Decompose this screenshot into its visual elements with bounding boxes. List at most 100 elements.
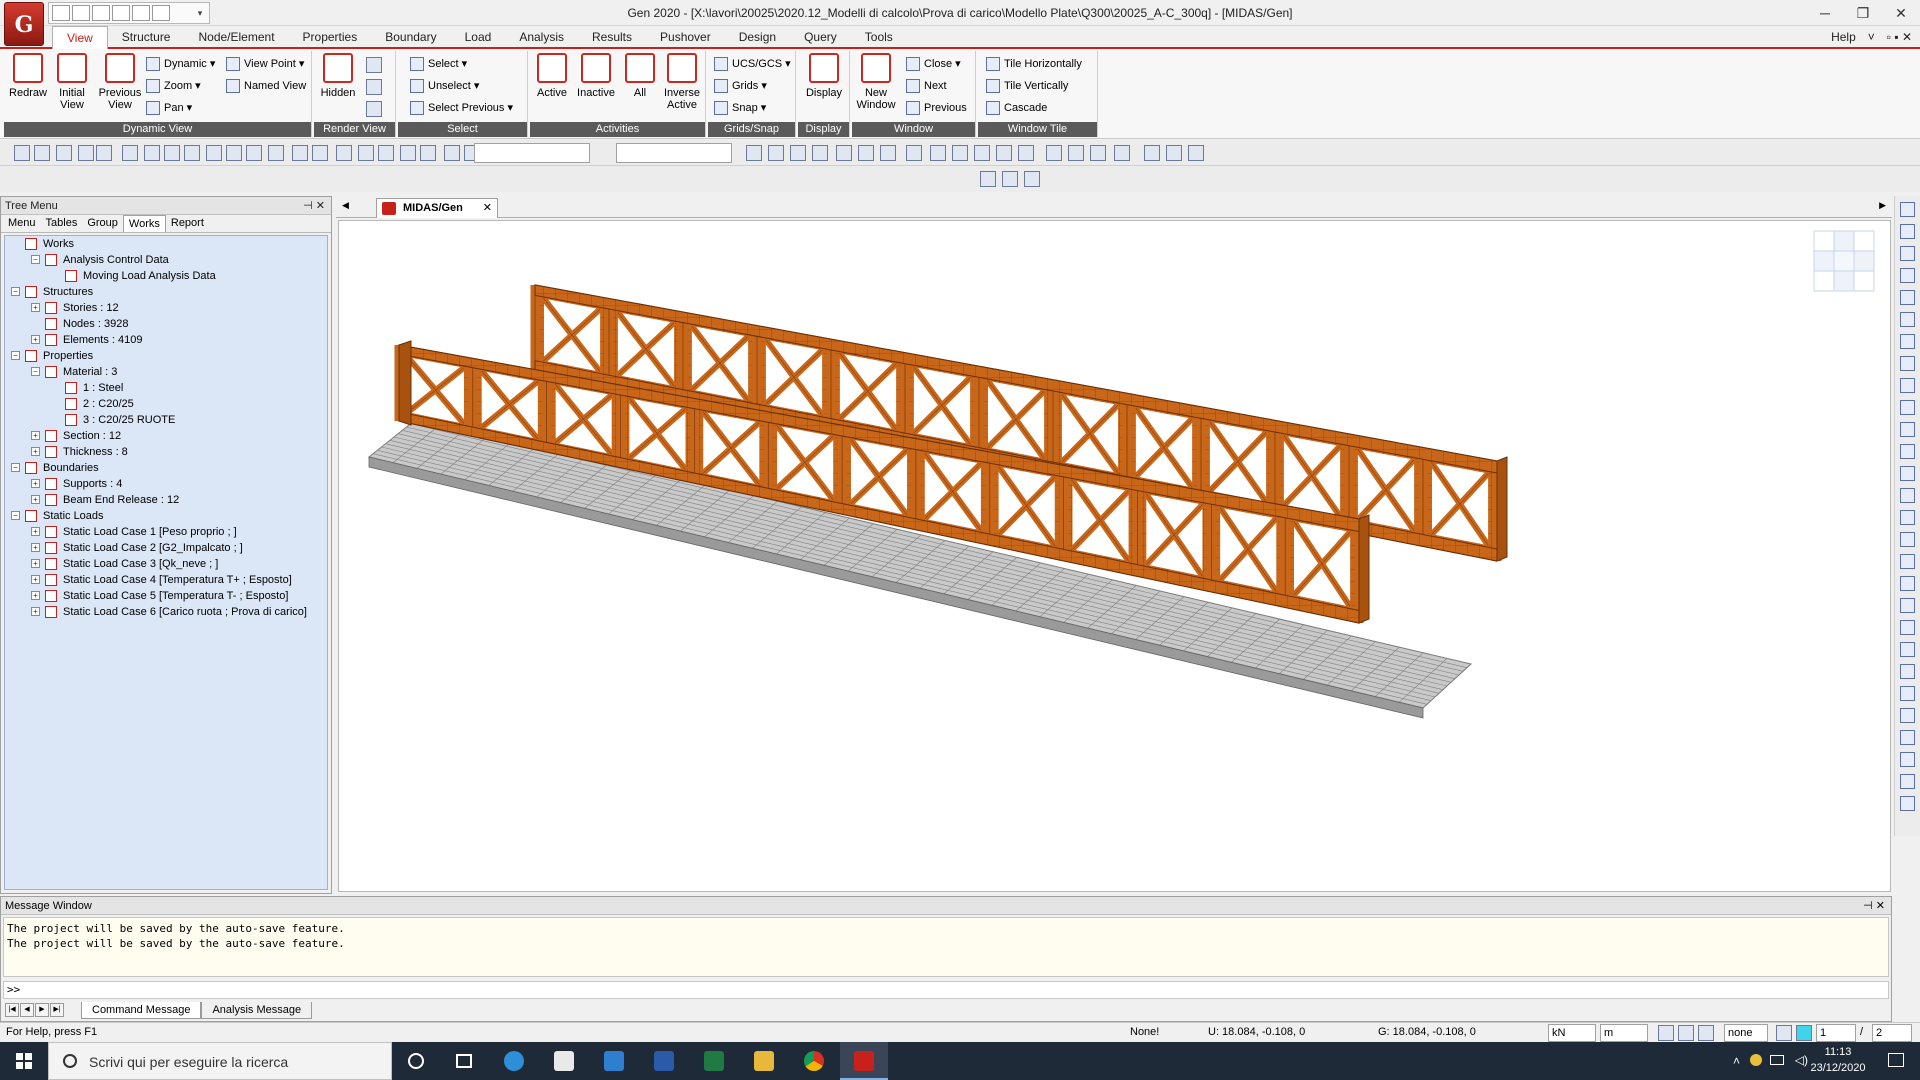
toolbar-tool-icon[interactable] <box>1114 145 1130 161</box>
side-tool-icon[interactable] <box>1900 664 1915 679</box>
side-tool-icon[interactable] <box>1900 642 1915 657</box>
expand-icon[interactable]: + <box>31 575 40 584</box>
toolbar-tool-icon[interactable] <box>96 145 112 161</box>
tab-design[interactable]: Design <box>725 26 790 49</box>
toolbar-tool-icon[interactable] <box>336 145 352 161</box>
side-tool-icon[interactable] <box>1900 378 1915 393</box>
tile-vertically-button[interactable]: Tile Vertically <box>984 77 1068 95</box>
toolbar-tool-icon[interactable] <box>1068 145 1084 161</box>
collapse-icon[interactable]: − <box>31 255 40 264</box>
render-globe-icon[interactable] <box>366 101 382 117</box>
store-button[interactable] <box>540 1042 588 1080</box>
tile-horizontally-button[interactable]: Tile Horizontally <box>984 55 1082 73</box>
new-window-button[interactable]: New Window <box>854 53 898 111</box>
tree-item[interactable]: + Static Load Case 5 [Temperatura T- ; Es… <box>5 588 327 604</box>
expand-icon[interactable]: + <box>31 495 40 504</box>
chrome-button[interactable] <box>790 1042 838 1080</box>
toolbar-tool-icon[interactable] <box>952 145 968 161</box>
collapse-icon[interactable]: − <box>11 287 20 296</box>
model-viewport[interactable] <box>338 220 1891 892</box>
tree-item[interactable]: + Static Load Case 2 [G2_Impalcato ; ] <box>5 540 327 556</box>
side-tool-icon[interactable] <box>1900 422 1915 437</box>
page-total-select[interactable]: 2 <box>1872 1024 1912 1042</box>
side-tool-icon[interactable] <box>1900 752 1915 767</box>
toolbar-tool-icon[interactable] <box>400 145 416 161</box>
tab-node-element[interactable]: Node/Element <box>184 26 288 49</box>
tab-analysis-message[interactable]: Analysis Message <box>201 1001 313 1019</box>
toolbar-tool-icon[interactable] <box>974 145 990 161</box>
toolbar-tool-icon[interactable] <box>746 145 762 161</box>
toolbar-tool-icon[interactable] <box>292 145 308 161</box>
toolbar-tool-icon[interactable] <box>122 145 138 161</box>
command-input[interactable]: >> <box>3 981 1889 999</box>
side-tool-icon[interactable] <box>1900 510 1915 525</box>
toolbar-tool-icon[interactable] <box>164 145 180 161</box>
toolbar-tool-icon[interactable] <box>144 145 160 161</box>
tab-view[interactable]: View <box>52 26 108 49</box>
toolbar-tool-icon[interactable] <box>1002 171 1018 187</box>
toolbar-tool-icon[interactable] <box>1144 145 1160 161</box>
toolbar-tool-icon[interactable] <box>206 145 222 161</box>
select-button[interactable]: Select ▾ <box>408 55 467 73</box>
tree-item[interactable]: + Beam End Release : 12 <box>5 492 327 508</box>
expand-icon[interactable]: + <box>31 303 40 312</box>
toolbar-tool-icon[interactable] <box>420 145 436 161</box>
tab-pushover[interactable]: Pushover <box>646 26 725 49</box>
length-unit-select[interactable]: m <box>1600 1024 1648 1042</box>
tab-results[interactable]: Results <box>578 26 646 49</box>
side-tool-icon[interactable] <box>1900 576 1915 591</box>
toolbar-tool-icon[interactable] <box>768 145 784 161</box>
side-tool-icon[interactable] <box>1900 334 1915 349</box>
side-tool-icon[interactable] <box>1900 466 1915 481</box>
tab-tools[interactable]: Tools <box>851 26 907 49</box>
tab-query[interactable]: Query <box>790 26 851 49</box>
toolbar-tool-icon[interactable] <box>184 145 200 161</box>
edge-button[interactable] <box>490 1042 538 1080</box>
expand-icon[interactable]: + <box>31 591 40 600</box>
word-button[interactable] <box>640 1042 688 1080</box>
tree-item[interactable]: Works <box>5 236 327 252</box>
taskbar-search-box[interactable]: Scrivi qui per eseguire la ricerca <box>48 1042 392 1080</box>
collapse-icon[interactable]: − <box>11 463 20 472</box>
side-tool-icon[interactable] <box>1900 356 1915 371</box>
select-id-combo[interactable] <box>616 143 732 163</box>
expand-icon[interactable]: + <box>31 527 40 536</box>
side-tool-icon[interactable] <box>1900 268 1915 283</box>
toolbar-tool-icon[interactable] <box>790 145 806 161</box>
tree-item[interactable]: + Static Load Case 1 [Peso proprio ; ] <box>5 524 327 540</box>
snap-toggle-icon[interactable] <box>1658 1025 1674 1041</box>
previous-view-button[interactable]: Previous View <box>96 53 144 111</box>
side-tool-icon[interactable] <box>1900 598 1915 613</box>
expand-icon[interactable]: + <box>31 543 40 552</box>
tab-boundary[interactable]: Boundary <box>371 26 450 49</box>
unselect-button[interactable]: Unselect ▾ <box>408 77 479 95</box>
toolbar-tool-icon[interactable] <box>836 145 852 161</box>
dynamic-button[interactable]: Dynamic ▾ <box>144 55 215 73</box>
toolbar-tool-icon[interactable] <box>14 145 30 161</box>
tree-item[interactable]: − Material : 3 <box>5 364 327 380</box>
cascade-button[interactable]: Cascade <box>984 99 1047 117</box>
close-button[interactable]: ✕ <box>1882 0 1920 26</box>
active-button[interactable]: Active <box>532 53 572 99</box>
help-button[interactable]: Help <box>1831 30 1856 44</box>
tree-item[interactable]: − Static Loads <box>5 508 327 524</box>
excel-button[interactable] <box>690 1042 738 1080</box>
document-tab-midas-gen[interactable]: MIDAS/Gen ✕ <box>376 198 498 218</box>
tree-tab-tables[interactable]: Tables <box>41 215 83 232</box>
page-current-select[interactable]: 1 <box>1816 1024 1856 1042</box>
tree-item[interactable]: + Thickness : 8 <box>5 444 327 460</box>
next-window-button[interactable]: Next <box>904 77 947 95</box>
toolbar-tool-icon[interactable] <box>906 145 922 161</box>
side-tool-icon[interactable] <box>1900 730 1915 745</box>
help-dropdown-icon[interactable]: ˅ <box>1868 30 1875 44</box>
display-button[interactable]: Display <box>802 53 846 99</box>
toolbar-tool-icon[interactable] <box>34 145 50 161</box>
tab-scroll-left-icon[interactable]: ◀ <box>342 200 349 211</box>
bridge-model-render[interactable] <box>339 221 1890 891</box>
force-unit-select[interactable]: kN <box>1548 1024 1596 1042</box>
toolbar-tool-icon[interactable] <box>226 145 242 161</box>
shrink-icon[interactable] <box>366 57 382 73</box>
side-tool-icon[interactable] <box>1900 488 1915 503</box>
pan-button[interactable]: Pan ▾ <box>144 99 192 117</box>
side-tool-icon[interactable] <box>1900 708 1915 723</box>
